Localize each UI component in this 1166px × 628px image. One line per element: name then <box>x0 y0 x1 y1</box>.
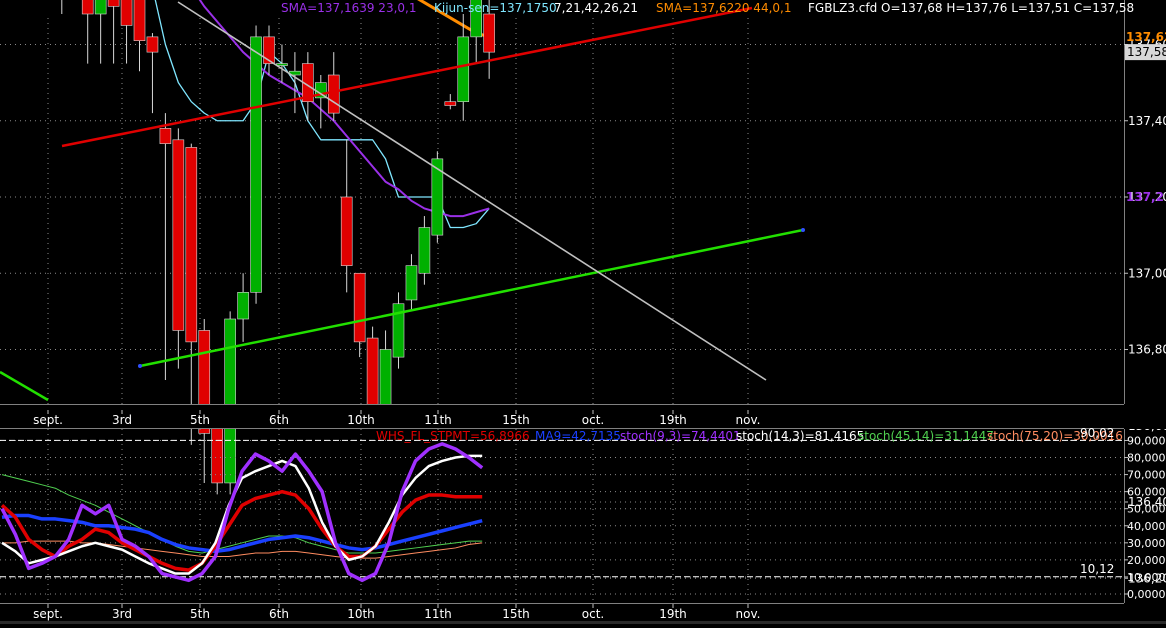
osc-x-label-0: sept. <box>33 607 63 621</box>
osc-tick-label-8: 10,000 <box>1127 571 1166 584</box>
trendline-support-anchor-start <box>138 364 142 368</box>
candle-body-12 <box>159 128 172 144</box>
candle-body-37 <box>483 13 495 53</box>
osc-x-label-6: 15th <box>502 607 530 621</box>
price-x-label-7: oct. <box>582 413 604 427</box>
osc-tick-label-9: 0,0000 <box>1127 588 1166 601</box>
osc-tick-label-1: 80,000 <box>1127 452 1166 465</box>
osc-tick-label-7: 20,000 <box>1127 554 1166 567</box>
panel-border-bottom <box>0 603 1124 604</box>
osc-x-label-2: 5th <box>190 607 210 621</box>
price-x-label-8: 19th <box>659 413 687 427</box>
legend-stoch3: stoch(45,14)=31,1447 <box>858 429 994 443</box>
panel-border-main <box>0 404 1124 405</box>
osc-x-label-1: 3rd <box>112 607 132 621</box>
candle-body-29 <box>379 349 392 407</box>
price-label-close: 137,58 <box>1127 45 1166 59</box>
osc-x-label-5: 11th <box>424 607 452 621</box>
legend-stoch2: stoch(14,3)=81,4165 <box>736 429 864 443</box>
osc-x-label-8: 19th <box>659 607 687 621</box>
trading-chart: 138,00137,80137,60137,40137,20137,00136,… <box>0 0 1166 624</box>
osc-tick-label-3: 60,000 <box>1127 486 1166 499</box>
osc-tick-label-0: 90,000 <box>1127 434 1166 447</box>
candle-body-16 <box>211 425 223 484</box>
price-x-label-1: 3rd <box>112 413 132 427</box>
osc-axis-border <box>1124 429 1125 604</box>
candle-body-28 <box>366 337 379 407</box>
candle-body-19 <box>250 36 262 293</box>
candle-body-10 <box>133 0 146 41</box>
chart-window: 138,00137,80137,60137,40137,20137,00136,… <box>0 0 1166 624</box>
price-x-label-4: 10th <box>347 413 375 427</box>
price-axis-border <box>1124 0 1125 404</box>
candle-body-11 <box>146 36 159 53</box>
candle-body-7 <box>94 0 107 15</box>
osc-tick-label-4: 50,000 <box>1127 503 1166 516</box>
price-label-sma2: 137,62 <box>1126 30 1166 44</box>
osc-x-label-9: nov. <box>736 607 761 621</box>
header-ichimoku-params: 7,21,42,26,21 <box>554 1 638 15</box>
candle-body-34 <box>444 101 457 106</box>
header-sma2: SMA=137,6220 44,0,1 <box>656 1 791 15</box>
osc-x-label-4: 10th <box>347 607 375 621</box>
price-tick-label-6: 136,80 <box>1128 343 1166 357</box>
price-x-label-0: sept. <box>33 413 63 427</box>
candle-body-18 <box>237 292 249 320</box>
candle-body-6 <box>81 0 94 15</box>
trendline-support-anchor-end <box>801 228 805 232</box>
header-ohlc: FGBLZ3.cfd O=137,68 H=137,76 L=137,51 C=… <box>808 1 1134 15</box>
level-lower-label: 10,12 <box>1080 562 1114 576</box>
header-kijun: Kijun-sen=137,1750 <box>434 1 557 15</box>
price-x-label-6: 15th <box>502 413 530 427</box>
candle-body-9 <box>120 0 133 26</box>
candle-body-13 <box>172 139 185 331</box>
legend-ma: MA9=42,7135 <box>535 429 621 443</box>
price-x-label-5: 11th <box>424 413 452 427</box>
level-upper-label: 90,02 <box>1080 426 1114 440</box>
candle-body-26 <box>340 196 353 266</box>
candle-body-25 <box>327 74 340 114</box>
candle-body-32 <box>418 227 431 274</box>
candle-body-35 <box>457 36 470 102</box>
price-label-sma1: 137,2 <box>1126 190 1164 204</box>
osc-x-label-7: oct. <box>582 607 604 621</box>
candle-body-8 <box>107 0 120 7</box>
osc-tick-label-5: 40,000 <box>1127 520 1166 533</box>
osc-x-label-3: 6th <box>269 607 289 621</box>
price-tick-label-3: 137,40 <box>1128 114 1166 128</box>
price-panel-header: SMA=137,1639 23,0,1 Kijun-sen=137,1750 7… <box>281 1 1134 15</box>
price-tick-label-5: 137,00 <box>1128 266 1166 280</box>
osc-tick-label-6: 30,000 <box>1127 537 1166 550</box>
legend-stoch1: stoch(9,3)=74,4401 <box>620 429 741 443</box>
header-sma1: SMA=137,1639 23,0,1 <box>281 1 416 15</box>
candle-body-21 <box>276 63 288 66</box>
legend-whs: WHS_FL_STPMT=56,8966 <box>376 429 530 443</box>
price-x-label-2: 5th <box>190 413 210 427</box>
candle-body-27 <box>353 272 366 343</box>
candle-body-31 <box>405 265 418 301</box>
candle-body-14 <box>185 147 198 343</box>
candle-body-17 <box>224 318 236 484</box>
osc-tick-label-2: 70,000 <box>1127 469 1166 482</box>
price-x-label-9: nov. <box>736 413 761 427</box>
price-x-label-3: 6th <box>269 413 289 427</box>
